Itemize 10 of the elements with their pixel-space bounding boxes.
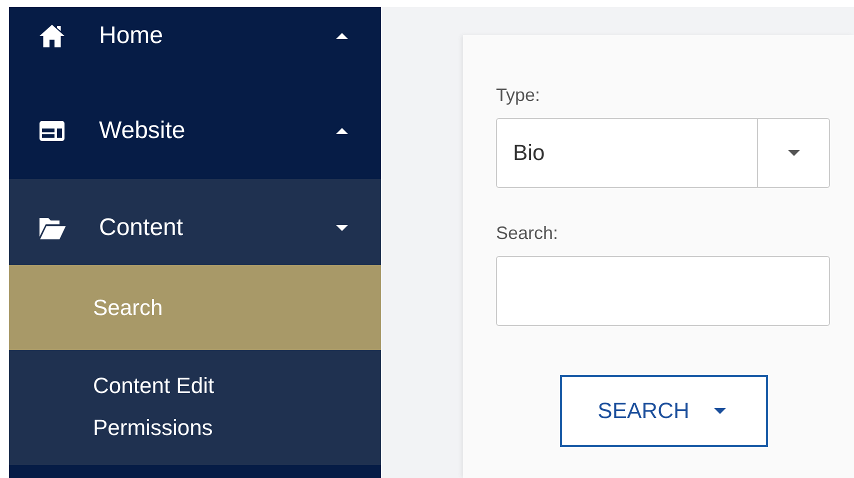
nav-item[interactable]: Home [9,7,381,102]
submenu-item[interactable]: Content Edit Permissions [9,350,381,465]
type-dropdown[interactable]: Bio [496,118,830,188]
field-label: Type: [496,84,542,107]
nav-item[interactable]: Website [9,102,381,179]
search-button[interactable]: SEARCH [560,375,768,447]
nav-item[interactable]: Content [9,179,381,265]
search-field[interactable] [496,256,830,326]
caret-icon [786,149,802,157]
field-label: Search: [496,222,560,245]
